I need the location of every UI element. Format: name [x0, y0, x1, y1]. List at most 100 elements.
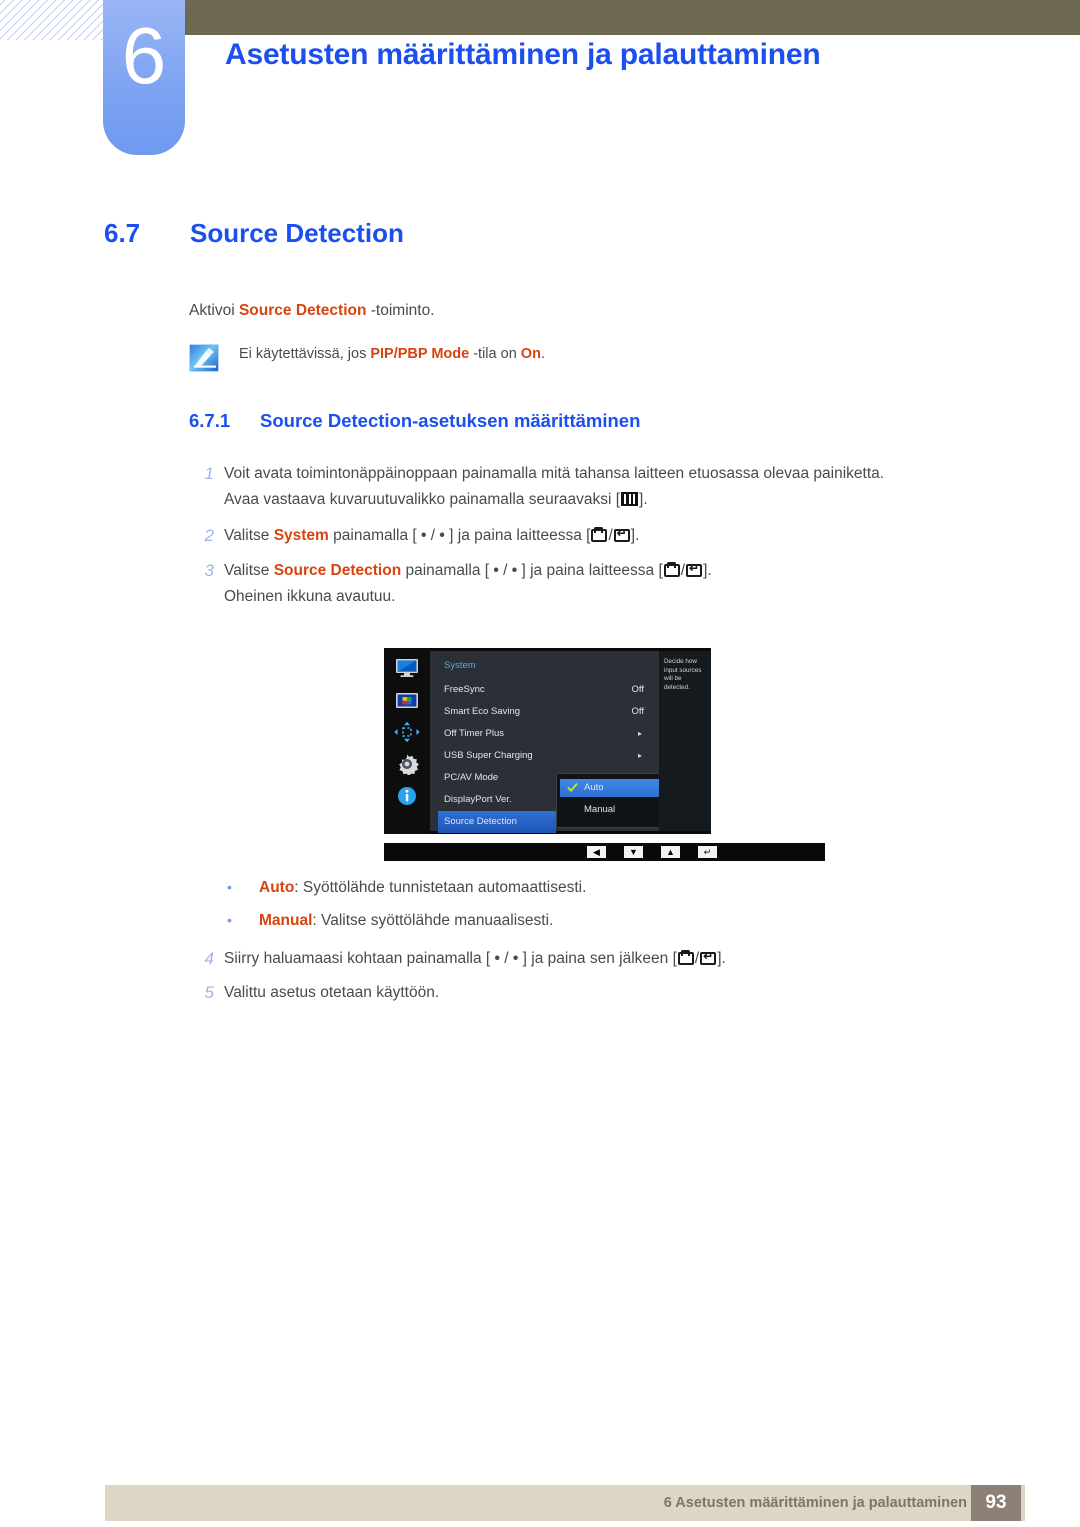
step-2-e: /: [608, 527, 613, 544]
note-part3: .: [540, 346, 545, 362]
footer-page-number: 93: [971, 1485, 1021, 1521]
step-2-highlight: System: [273, 527, 329, 544]
osd-row-freesync[interactable]: FreeSync Off: [438, 679, 652, 701]
step-4-d: ] ja paina sen jälkeen [: [518, 950, 677, 967]
step-3-d: ] ja paina laitteessa [: [517, 562, 663, 579]
osd-description-panel: Decide how input sources will be detecte…: [659, 651, 711, 831]
step-3-a: Valitse: [224, 562, 274, 579]
step-5: 5 Valittu asetus otetaan käyttöön.: [205, 980, 1024, 1006]
page-footer: 6 Asetusten määrittäminen ja palauttamin…: [105, 1485, 1025, 1521]
bullet-highlight: Manual: [259, 912, 313, 929]
step-1-line2-a: Avaa vastaava kuvaruutuvalikko painamall…: [224, 491, 621, 508]
osd-row-label: FreeSync: [444, 684, 485, 695]
osd-row-label: USB Super Charging: [444, 750, 533, 761]
step-1-line1: Voit avata toimintonäppäinoppaan painama…: [224, 465, 885, 482]
step-4-c: /: [499, 950, 513, 967]
pip-arrows-icon: [393, 721, 421, 743]
step-1-line2: Avaa vastaava kuvaruutuvalikko painamall…: [224, 487, 1004, 513]
note-text: Ei käytettävissä, jos PIP/PBP Mode -tila…: [239, 346, 545, 362]
return-key-icon: [591, 527, 608, 542]
nav-enter-button[interactable]: ↵: [698, 846, 717, 858]
footer-text: 6 Asetusten määrittäminen ja palauttamin…: [663, 1495, 967, 1511]
osd-panel-title: System: [444, 660, 476, 671]
step-3-highlight: Source Detection: [273, 562, 402, 579]
osd-row-label: Off Timer Plus: [444, 728, 505, 739]
step-3: 3 Valitse Source Detection painamalla [ …: [205, 558, 1024, 610]
note-part1: Ei käytettävissä, jos: [239, 346, 371, 362]
chevron-right-icon: ▸: [637, 751, 642, 760]
osd-row-label: PC/AV Mode: [444, 772, 499, 783]
step-4: 4 Siirry haluamaasi kohtaan painamalla […: [205, 946, 1024, 972]
decorative-hatch-pattern: [0, 0, 110, 40]
osd-row-off-timer-plus[interactable]: Off Timer Plus ▸: [438, 723, 652, 745]
osd-row-usb-super-charging[interactable]: USB Super Charging ▸: [438, 745, 652, 767]
header-olive-bar: [185, 0, 1080, 35]
osd-dropdown-option-manual[interactable]: Manual: [560, 801, 660, 819]
note-part2: -tila on: [469, 346, 521, 362]
bullet-highlight: Auto: [259, 879, 295, 896]
step-2-c: /: [426, 527, 440, 544]
nav-up-button[interactable]: ▲: [661, 846, 680, 858]
step-5-number: 5: [204, 983, 214, 1002]
subsection-number: 6.7.1: [189, 410, 231, 431]
bullet-auto: Auto: Syöttölähde tunnistetaan automaatt…: [227, 874, 959, 901]
step-5-line1: Valittu asetus otetaan käyttöön.: [224, 984, 440, 1001]
osd-row-label: DisplayPort Ver.: [444, 794, 512, 805]
chapter-tab: 6: [103, 0, 185, 155]
step-3-f: ].: [703, 562, 712, 579]
page-header: 6 Asetusten määrittäminen ja palauttamin…: [0, 0, 1080, 175]
osd-row-label: Smart Eco Saving: [444, 706, 521, 717]
return-key-icon: [677, 950, 694, 965]
bullet-manual: Manual: Valitse syöttölähde manuaalisest…: [227, 907, 959, 934]
section-title: Source Detection: [190, 218, 404, 248]
step-4-e: /: [694, 950, 700, 967]
step-4-f: ].: [717, 950, 726, 967]
note-pencil-icon: [189, 344, 219, 372]
enter-key-icon: [686, 562, 703, 577]
osd-dropdown-option-auto[interactable]: Auto: [560, 779, 660, 797]
menu-key-icon: [621, 492, 639, 506]
note-callout: Ei käytettävissä, jos PIP/PBP Mode -tila…: [189, 340, 989, 380]
osd-row-source-detection[interactable]: Source Detection: [438, 811, 556, 833]
osd-navigation-bar: ◀ ▼ ▲ ↵: [384, 843, 825, 861]
step-3-c: /: [498, 562, 512, 579]
step-2-a: Valitse: [224, 527, 274, 544]
step-2-number: 2: [204, 526, 214, 545]
bullet-text: : Syöttölähde tunnistetaan automaattises…: [294, 879, 587, 896]
intro-prefix: Aktivoi: [189, 302, 239, 319]
note-highlight-2: On: [520, 346, 541, 362]
check-icon: [567, 782, 578, 793]
osd-row-value: Off: [631, 684, 645, 695]
osd-dropdown-label: Manual: [584, 804, 616, 815]
osd-dropdown-label: Auto: [584, 782, 604, 793]
step-2-d: ] ja paina laitteessa [: [444, 527, 591, 544]
step-1-line2-b: ].: [639, 491, 648, 508]
osd-sidebar: [384, 648, 430, 834]
subsection-heading: 6.7.1 Source Detection-asetuksen määrittä…: [189, 410, 640, 432]
bullet-text: : Valitse syöttölähde manuaalisesti.: [312, 912, 554, 929]
section-heading: 6.7 Source Detection: [104, 218, 404, 249]
chevron-right-icon: ▸: [637, 729, 642, 738]
section-number: 6.7: [104, 218, 141, 248]
osd-dropdown: Auto Manual: [556, 773, 662, 828]
nav-down-button[interactable]: ▼: [624, 846, 643, 858]
step-2: 2 Valitse System painamalla [ • / • ] ja…: [205, 523, 1004, 549]
info-icon: [393, 785, 421, 807]
step-2-f: ].: [630, 527, 640, 544]
monitor-icon: [393, 657, 421, 679]
osd-row-value: Off: [631, 706, 645, 717]
step-2-b: painamalla [: [328, 527, 422, 544]
osd-row-smart-eco-saving[interactable]: Smart Eco Saving Off: [438, 701, 652, 723]
intro-highlight: Source Detection: [238, 302, 367, 319]
gear-icon: [393, 753, 421, 776]
chapter-title: Asetusten määrittäminen ja palauttaminen: [225, 38, 821, 71]
step-1: 1 Voit avata toimintonäppäinoppaan paina…: [205, 461, 1004, 513]
chapter-number: 6: [121, 11, 167, 100]
osd-row-label: Source Detection: [444, 816, 517, 827]
enter-key-icon: [700, 950, 717, 965]
step-1-number: 1: [204, 464, 214, 483]
step-3-line2: Oheinen ikkuna avautuu.: [224, 588, 396, 605]
nav-left-button[interactable]: ◀: [587, 846, 606, 858]
note-highlight-1: PIP/PBP Mode: [370, 346, 470, 362]
picture-icon: [393, 689, 421, 711]
